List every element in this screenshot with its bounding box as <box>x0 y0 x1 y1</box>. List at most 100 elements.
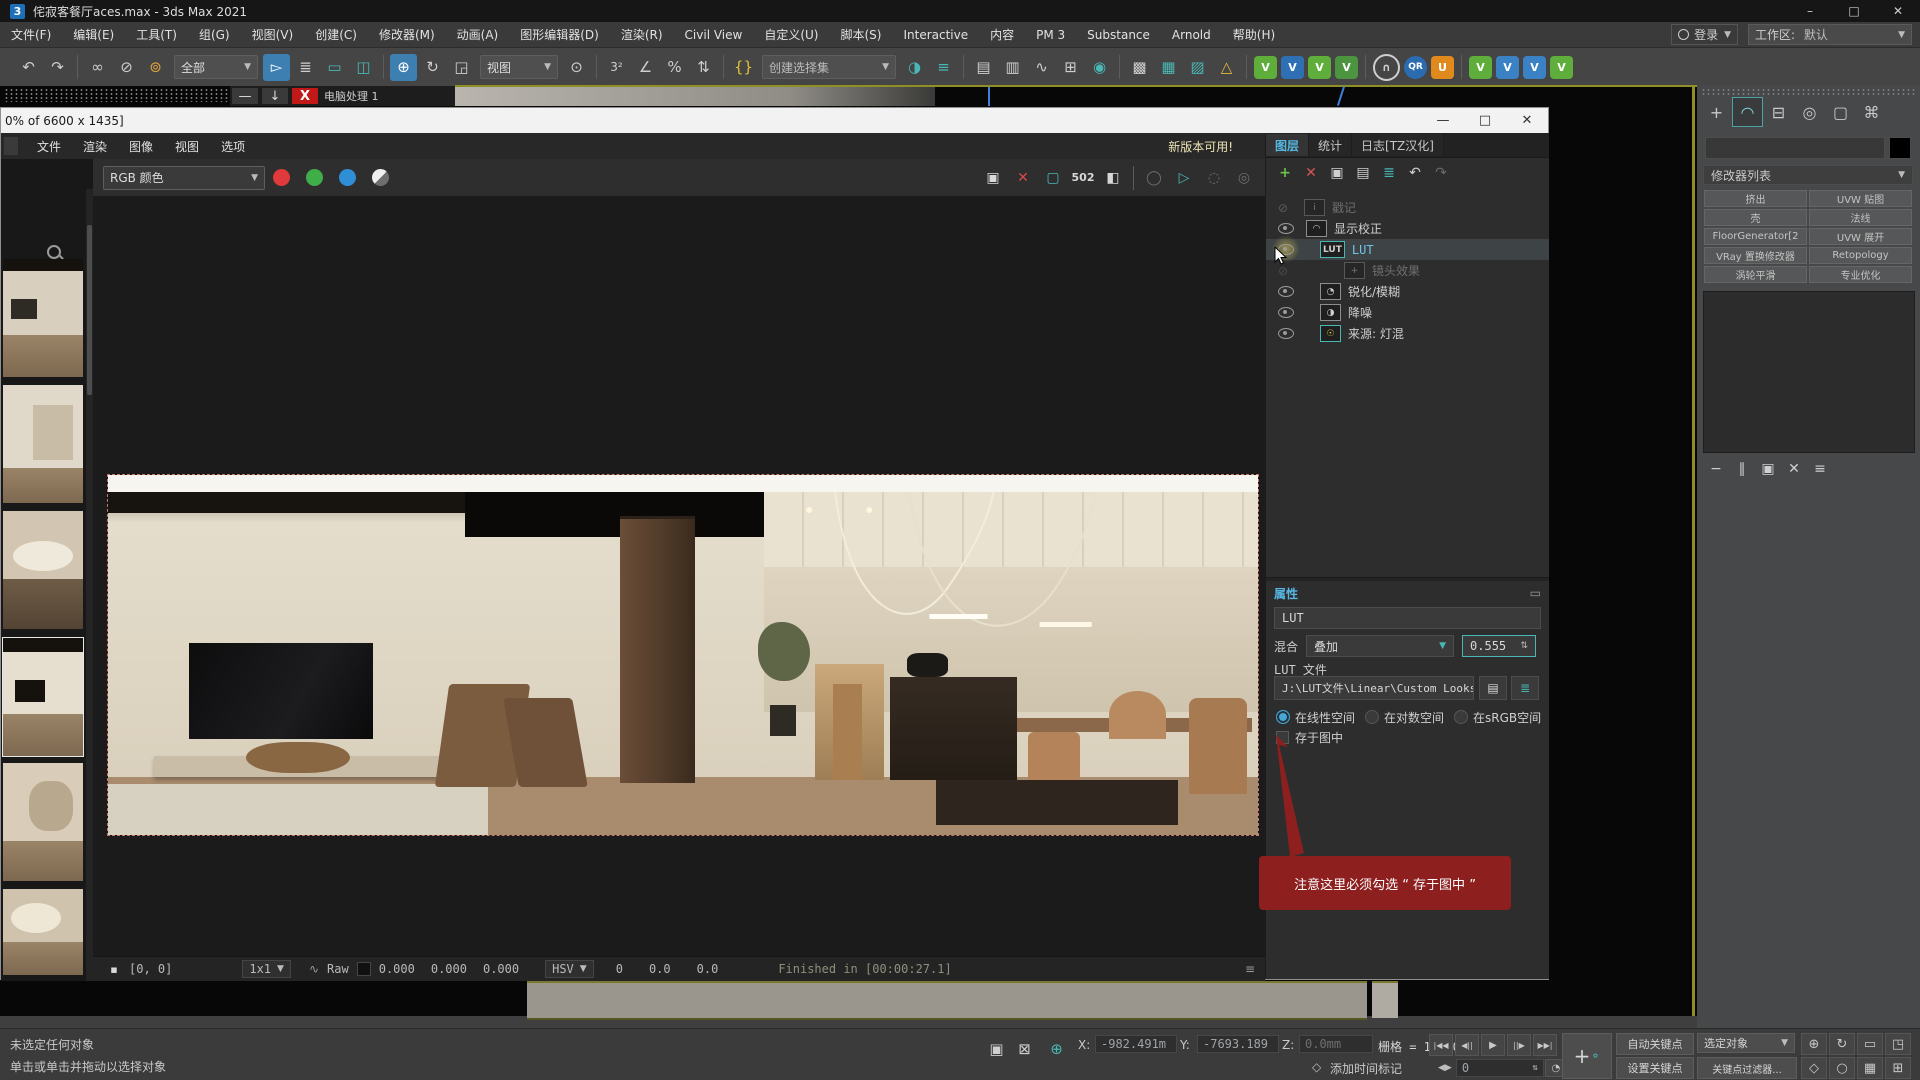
vfb-render-last-button[interactable]: ◎ <box>1231 165 1257 191</box>
vfb-update-notice[interactable]: 新版本可用! <box>1168 138 1233 155</box>
hsv-dropdown[interactable]: HSV▼ <box>545 960 594 978</box>
tab-log[interactable]: 日志[TZ汉化] <box>1352 134 1444 156</box>
menu-create[interactable]: 创建(C) <box>304 26 368 43</box>
render-warning-button[interactable]: △ <box>1213 54 1240 81</box>
vfb-close-button[interactable]: ✕ <box>1506 108 1548 133</box>
vray-ipr-button[interactable]: V <box>1308 56 1331 79</box>
rendered-frame-window-button[interactable]: ▦ <box>1155 54 1182 81</box>
menu-scripting[interactable]: 脚本(S) <box>829 26 892 43</box>
named-selection-set-dropdown[interactable]: 创建选择集▼ <box>762 55 896 79</box>
vray-gpu-button[interactable]: V <box>1335 56 1358 79</box>
layer-manager-button[interactable]: ▤ <box>970 54 997 81</box>
use-pivot-center-button[interactable]: ⊙ <box>563 54 590 81</box>
layer-row-lens-effects[interactable]: ⊘ + 镜头效果 <box>1266 260 1549 281</box>
tab-layers[interactable]: 图层 <box>1266 134 1309 156</box>
vfb-title-bar[interactable]: 0% of 6600 x 1435] — □ ✕ <box>1 108 1548 133</box>
vfb-clear-image-button[interactable]: ✕ <box>1010 165 1036 191</box>
vfb-menu-options[interactable]: 选项 <box>210 138 256 155</box>
modifier-button-normal[interactable]: 法线 <box>1809 209 1912 226</box>
radio-log-space[interactable] <box>1365 710 1379 724</box>
zoom-extents-all-button[interactable]: ⊞ <box>1885 1057 1911 1079</box>
tab-display[interactable]: ▢ <box>1825 97 1856 127</box>
set-key-mode-button[interactable]: 设置关键点 <box>1616 1057 1694 1079</box>
vfb-pause-button[interactable]: ◌ <box>1201 165 1227 191</box>
show-end-result-button[interactable]: ∥ <box>1729 457 1755 481</box>
headphones-support-button[interactable]: ∩ <box>1373 54 1400 81</box>
save-layers-button[interactable]: ▣ <box>1324 161 1350 185</box>
object-color-swatch[interactable] <box>1889 137 1911 159</box>
vfb-track-mouse-button[interactable]: ▢ <box>1040 165 1066 191</box>
vfb-menu-file[interactable]: 文件 <box>26 138 72 155</box>
selection-filter-dropdown[interactable]: 全部▼ <box>174 55 258 79</box>
menu-customize[interactable]: 自定义(U) <box>753 26 829 43</box>
properties-collapse-icon[interactable]: ▭ <box>1530 586 1541 600</box>
browse-folder-button[interactable]: ▤ <box>1479 676 1507 700</box>
add-layer-button[interactable]: + <box>1272 161 1298 185</box>
layer-row-lut[interactable]: LUT LUT <box>1266 239 1549 260</box>
tab-motion[interactable]: ◎ <box>1794 97 1825 127</box>
vfb-region-render-button[interactable]: ◯ <box>1141 165 1167 191</box>
menu-civil-view[interactable]: Civil View <box>674 28 754 42</box>
layer-row-source-lightmix[interactable]: ☉ 来源: 灯混 <box>1266 323 1549 344</box>
snap-toggle-3d-button[interactable]: 3² <box>603 54 630 81</box>
blend-mode-dropdown[interactable]: 叠加▼ <box>1306 635 1454 657</box>
menu-substance[interactable]: Substance <box>1076 28 1161 42</box>
delete-layer-button[interactable]: ✕ <box>1298 161 1324 185</box>
modifier-button-floorgenerator[interactable]: FloorGenerator[2 <box>1704 228 1807 245</box>
align-button[interactable]: ≡ <box>930 54 957 81</box>
angle-snap-button[interactable]: ∠ <box>632 54 659 81</box>
bg-window-minimize-button[interactable]: — <box>232 88 258 104</box>
auto-key-button[interactable]: 自动关键点 <box>1616 1033 1694 1055</box>
key-filters-button[interactable]: 关键点过滤器... <box>1697 1057 1797 1079</box>
next-frame-button[interactable]: ||▶ <box>1507 1034 1531 1056</box>
rectangular-selection-button[interactable]: ▭ <box>321 54 348 81</box>
menu-rendering[interactable]: 渲染(R) <box>610 26 674 43</box>
isolate-selection-button[interactable]: ▣ <box>983 1035 1010 1062</box>
vray-plugin-button-1[interactable]: V <box>1469 56 1492 79</box>
redo-button[interactable]: ↷ <box>44 54 71 81</box>
go-to-end-button[interactable]: ▶▶| <box>1533 1034 1557 1056</box>
menu-views[interactable]: 视图(V) <box>241 26 305 43</box>
window-close-button[interactable]: ✕ <box>1876 0 1920 22</box>
select-move-button[interactable]: ⊕ <box>390 54 417 81</box>
history-thumbnail[interactable] <box>3 763 83 881</box>
material-editor-button[interactable]: ◉ <box>1086 54 1113 81</box>
menu-file[interactable]: 文件(F) <box>0 26 62 43</box>
select-rotate-button[interactable]: ↻ <box>419 54 446 81</box>
menu-pm3[interactable]: PM 3 <box>1025 28 1076 42</box>
load-layers-button[interactable]: ▤ <box>1350 161 1376 185</box>
tab-create[interactable]: + <box>1701 97 1732 127</box>
vfb-info-menu-icon[interactable]: ≡ <box>1245 962 1255 976</box>
play-button[interactable]: ▶ <box>1481 1034 1505 1056</box>
radio-srgb-space[interactable] <box>1454 710 1468 724</box>
menu-animation[interactable]: 动画(A) <box>446 26 510 43</box>
vray-plugin-button-3[interactable]: V <box>1523 56 1546 79</box>
layers-undo-button[interactable]: ↶ <box>1402 161 1428 185</box>
vfb-save-image-button[interactable]: ▣ <box>980 165 1006 191</box>
menu-edit[interactable]: 编辑(E) <box>62 26 125 43</box>
menu-group[interactable]: 组(G) <box>188 26 241 43</box>
lut-file-path-field[interactable]: J:\LUT文件\Linear\Custom Looks\3D <box>1274 676 1474 700</box>
reference-coordinate-dropdown[interactable]: 视图▼ <box>480 55 558 79</box>
tab-hierarchy[interactable]: ⊟ <box>1763 97 1794 127</box>
vfb-menu-view[interactable]: 视图 <box>164 138 210 155</box>
unlink-selection-button[interactable]: ⊘ <box>113 54 140 81</box>
spinner-snap-button[interactable]: ⇅ <box>690 54 717 81</box>
select-object-button[interactable]: ▻ <box>263 54 290 81</box>
red-channel-button[interactable] <box>273 169 290 186</box>
render-setup-button[interactable]: ▩ <box>1126 54 1153 81</box>
visibility-eye-icon[interactable] <box>1278 307 1294 318</box>
curve-editor-button[interactable]: ∿ <box>1028 54 1055 81</box>
add-time-tag[interactable]: 添加时间标记 <box>1330 1060 1402 1077</box>
current-frame-field[interactable]: 0⇅ <box>1456 1059 1544 1077</box>
modifier-button-turbosmooth[interactable]: 涡轮平滑 <box>1704 266 1807 283</box>
layer-row-sharpen-blur[interactable]: ◔ 锐化/模糊 <box>1266 281 1549 302</box>
menu-arnold[interactable]: Arnold <box>1161 28 1222 42</box>
maximize-viewport-button[interactable]: ◳ <box>1885 1033 1911 1055</box>
layer-row-display-correction[interactable]: ◠ 显示校正 <box>1266 218 1549 239</box>
vfb-minimize-button[interactable]: — <box>1422 108 1464 133</box>
percent-snap-button[interactable]: % <box>661 54 688 81</box>
bg-window-restore-button[interactable]: ↓ <box>262 88 288 104</box>
modifier-button-shell[interactable]: 壳 <box>1704 209 1807 226</box>
y-coordinate-field[interactable]: -7693.189 <box>1197 1035 1279 1053</box>
